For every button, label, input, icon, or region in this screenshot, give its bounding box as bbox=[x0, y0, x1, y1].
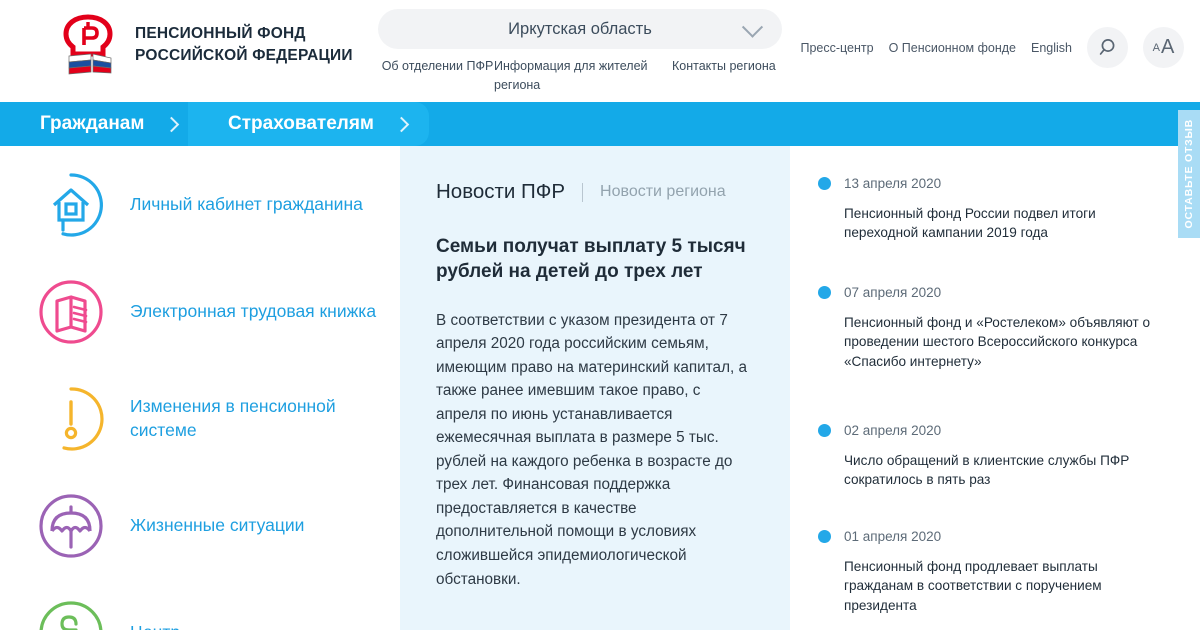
font-size-large-label: A bbox=[1161, 36, 1175, 58]
news-date: 07 апреля 2020 bbox=[844, 285, 942, 300]
article-body: В соответствии с указом президента от 7 … bbox=[436, 311, 748, 588]
region-link-about[interactable]: Об отделении ПФР bbox=[381, 57, 494, 96]
feedback-tab-label: ОСТАВЬТЕ ОТЗЫВ bbox=[1183, 119, 1195, 229]
sidebar-item-center-label: Центр bbox=[130, 621, 180, 630]
green-circle-icon bbox=[39, 601, 103, 630]
header-utility-nav: Пресс-центр О Пенсионном фонде English A… bbox=[800, 27, 1184, 68]
feedback-tab[interactable]: ОСТАВЬТЕ ОТЗЫВ bbox=[1178, 110, 1200, 238]
news-date-row: 13 апреля 2020 bbox=[818, 176, 1170, 191]
news-title[interactable]: Пенсионный фонд и «Ростелеком» объявляют… bbox=[844, 313, 1170, 371]
region-selector[interactable]: Иркутская область bbox=[378, 9, 782, 49]
tab-news-region[interactable]: Новости региона bbox=[600, 183, 726, 201]
site-header: ПЕНСИОННЫЙ ФОНД РОССИЙСКОЙ ФЕДЕРАЦИИ Ирк… bbox=[0, 0, 1200, 102]
font-size-small-label: A bbox=[1152, 41, 1160, 54]
region-link-contacts[interactable]: Контакты региона bbox=[672, 57, 782, 96]
tab-divider bbox=[582, 182, 584, 202]
nav-tab-insurers[interactable]: Страхователям bbox=[188, 102, 429, 146]
news-list-item[interactable]: 01 апреля 2020 Пенсионный фонд продлевае… bbox=[818, 529, 1170, 615]
news-date-row: 07 апреля 2020 bbox=[818, 285, 1170, 300]
site-logo[interactable]: ПЕНСИОННЫЙ ФОНД РОССИЙСКОЙ ФЕДЕРАЦИИ bbox=[55, 14, 353, 76]
region-link-info[interactable]: Информация для жителей региона bbox=[494, 57, 672, 96]
book-circle-icon bbox=[39, 280, 103, 344]
top-link-english[interactable]: English bbox=[1031, 41, 1072, 55]
chevron-right-icon bbox=[393, 116, 410, 132]
news-list-item[interactable]: 13 апреля 2020 Пенсионный фонд России по… bbox=[818, 176, 1170, 243]
exclamation-circle-icon bbox=[62, 387, 104, 451]
nav-tab-citizens[interactable]: Гражданам bbox=[0, 102, 199, 146]
nav-tab-citizens-label: Гражданам bbox=[40, 113, 145, 134]
sidebar-item-center[interactable]: Центр bbox=[38, 600, 388, 630]
news-date: 02 апреля 2020 bbox=[844, 423, 942, 438]
bullet-dot-icon bbox=[818, 177, 831, 190]
primary-nav-bar: Гражданам Страхователям bbox=[0, 102, 1200, 146]
pfr-emblem-icon bbox=[63, 14, 113, 75]
sidebar-item-personal-account-label: Личный кабинет гражданина bbox=[130, 194, 363, 215]
chevron-down-icon bbox=[741, 16, 764, 38]
news-article-panel: Новости ПФР Новости региона Семьи получа… bbox=[400, 146, 790, 630]
news-date-row: 02 апреля 2020 bbox=[818, 423, 1170, 438]
article-title[interactable]: Семьи получат выплату 5 тысяч рублей на … bbox=[436, 234, 754, 285]
body-area: Личный кабинет гражданина Электронная тр… bbox=[0, 146, 1200, 630]
logo-text-line1: ПЕНСИОННЫЙ ФОНД bbox=[135, 25, 306, 42]
news-list-item[interactable]: 07 апреля 2020 Пенсионный фонд и «Ростел… bbox=[818, 285, 1170, 371]
sidebar-item-pension-changes-label: Изменения в пенсионной системе bbox=[130, 396, 336, 440]
bullet-dot-icon bbox=[818, 424, 831, 437]
news-list-item[interactable]: 02 апреля 2020 Число обращений в клиентс… bbox=[818, 423, 1170, 490]
home-circle-icon bbox=[52, 173, 103, 237]
sidebar-item-pension-changes[interactable]: Изменения в пенсионной системе bbox=[38, 386, 388, 452]
tab-news-pfr[interactable]: Новости ПФР bbox=[436, 180, 565, 204]
search-button[interactable] bbox=[1087, 27, 1128, 68]
sidebar-item-personal-account[interactable]: Личный кабинет гражданина bbox=[38, 172, 388, 238]
umbrella-circle-icon bbox=[39, 494, 103, 558]
bullet-dot-icon bbox=[818, 286, 831, 299]
page-root: ПЕНСИОННЫЙ ФОНД РОССИЙСКОЙ ФЕДЕРАЦИИ Ирк… bbox=[0, 0, 1200, 630]
logo-text-line2: РОССИЙСКОЙ ФЕДЕРАЦИИ bbox=[135, 47, 353, 64]
region-links: Об отделении ПФР Информация для жителей … bbox=[381, 57, 801, 96]
news-tabs: Новости ПФР Новости региона bbox=[436, 180, 754, 204]
sidebar-item-life-situations[interactable]: Жизненные ситуации bbox=[38, 493, 388, 559]
news-title[interactable]: Пенсионный фонд продлевает выплаты гражд… bbox=[844, 557, 1170, 615]
news-title[interactable]: Число обращений в клиентские службы ПФР … bbox=[844, 451, 1170, 490]
logo-text: ПЕНСИОННЫЙ ФОНД РОССИЙСКОЙ ФЕДЕРАЦИИ bbox=[135, 23, 353, 67]
sidebar-item-electronic-workbook[interactable]: Электронная трудовая книжка bbox=[38, 279, 388, 345]
sidebar-item-life-situations-label: Жизненные ситуации bbox=[130, 515, 305, 536]
news-date: 13 апреля 2020 bbox=[844, 176, 942, 191]
bullet-dot-icon bbox=[818, 530, 831, 543]
top-link-press-center[interactable]: Пресс-центр bbox=[800, 41, 873, 55]
news-title[interactable]: Пенсионный фонд России подвел итоги пере… bbox=[844, 204, 1170, 243]
sidebar-item-electronic-workbook-label: Электронная трудовая книжка bbox=[130, 301, 377, 322]
nav-tab-insurers-label: Страхователям bbox=[228, 113, 374, 134]
sidebar: Личный кабинет гражданина Электронная тр… bbox=[0, 146, 400, 630]
search-icon bbox=[1099, 39, 1115, 55]
news-date: 01 апреля 2020 bbox=[844, 529, 942, 544]
font-size-button[interactable]: A A bbox=[1143, 27, 1184, 68]
news-date-row: 01 апреля 2020 bbox=[818, 529, 1170, 544]
region-selector-value: Иркутская область bbox=[508, 19, 652, 38]
news-list: 13 апреля 2020 Пенсионный фонд России по… bbox=[818, 146, 1178, 630]
top-link-about-fund[interactable]: О Пенсионном фонде bbox=[889, 41, 1016, 55]
chevron-right-icon bbox=[164, 116, 180, 132]
